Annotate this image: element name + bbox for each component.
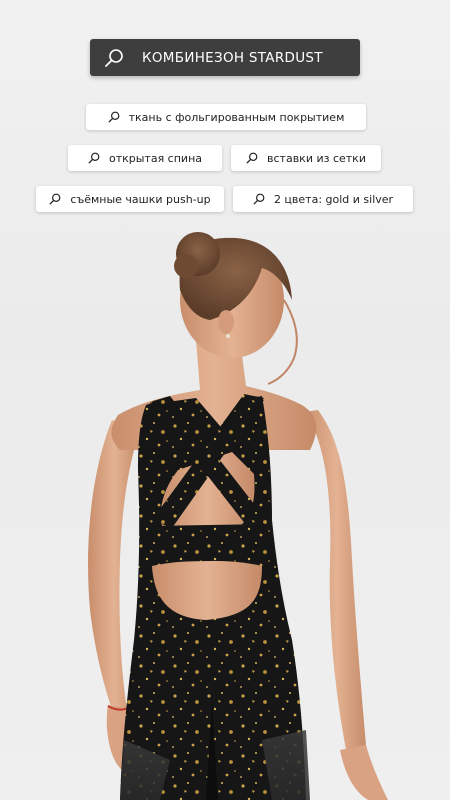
- feature-chip-push-up: съёмные чашки push-up: [36, 186, 224, 212]
- feature-label: открытая спина: [108, 151, 203, 165]
- search-icon: [253, 193, 265, 205]
- feature-label: 2 цвета: gold и silver: [273, 192, 394, 206]
- feature-label: ткань с фольгированным покрытием: [128, 110, 345, 124]
- search-icon: [88, 152, 100, 164]
- search-icon: [246, 152, 258, 164]
- model-photo: [88, 232, 388, 800]
- search-icon: [105, 48, 123, 67]
- product-title: КОМБИНЕЗОН STARDUST: [142, 49, 323, 66]
- feature-label: вставки из сетки: [267, 151, 366, 165]
- feature-chip-fabric: ткань с фольгированным покрытием: [86, 104, 366, 130]
- product-title-bar: КОМБИНЕЗОН STARDUST: [90, 39, 360, 76]
- search-icon: [49, 193, 61, 205]
- feature-chip-mesh-inserts: вставки из сетки: [231, 145, 381, 171]
- search-icon: [108, 111, 120, 123]
- feature-label: съёмные чашки push-up: [70, 192, 211, 206]
- feature-chip-colors: 2 цвета: gold и silver: [233, 186, 413, 212]
- feature-chip-open-back: открытая спина: [68, 145, 222, 171]
